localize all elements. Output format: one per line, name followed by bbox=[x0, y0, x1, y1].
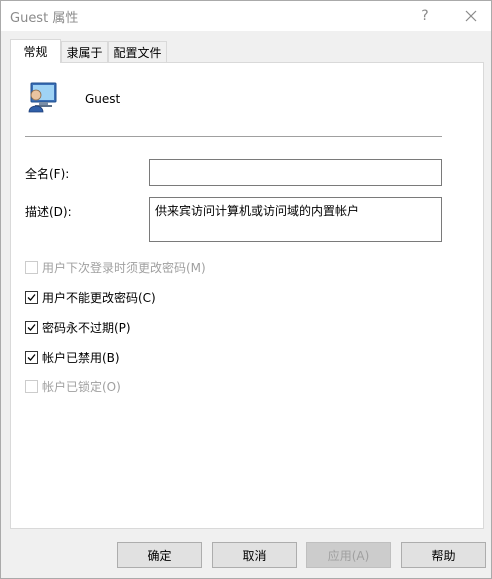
close-icon bbox=[465, 10, 477, 22]
checkbox-label: 帐户已禁用(B) bbox=[42, 350, 120, 365]
tab-profile[interactable]: 配置文件 bbox=[108, 41, 167, 63]
tab-label: 隶属于 bbox=[66, 46, 103, 60]
close-button[interactable] bbox=[448, 1, 492, 31]
account-disabled-checkbox[interactable]: 帐户已禁用(B) bbox=[25, 349, 120, 365]
window-title: Guest 属性 bbox=[10, 11, 79, 26]
checkbox-box bbox=[25, 379, 38, 393]
ok-button[interactable]: 确定 bbox=[117, 542, 202, 568]
password-never-expires-checkbox[interactable]: 密码永不过期(P) bbox=[25, 319, 131, 335]
checkbox-box bbox=[25, 350, 38, 364]
fullname-input[interactable] bbox=[149, 159, 442, 186]
description-input[interactable]: 供来宾访问计算机或访问域的内置帐户 bbox=[149, 197, 442, 242]
checkbox-box bbox=[25, 320, 38, 334]
help-glyph: ? bbox=[421, 8, 429, 24]
tab-general[interactable]: 常规 bbox=[10, 39, 61, 63]
tab-member-of[interactable]: 隶属于 bbox=[61, 41, 108, 63]
checkbox-label: 帐户已锁定(O) bbox=[42, 379, 121, 394]
user-icon bbox=[28, 82, 57, 113]
checkbox-label: 用户下次登录时须更改密码(M) bbox=[42, 260, 206, 275]
description-label: 描述(D): bbox=[25, 205, 72, 219]
checkbox-box bbox=[25, 290, 38, 304]
tab-label: 配置文件 bbox=[113, 46, 162, 60]
apply-button[interactable]: 应用(A) bbox=[306, 542, 391, 568]
fullname-label: 全名(F): bbox=[25, 167, 70, 181]
checkmark-icon bbox=[27, 323, 36, 331]
checkmark-icon bbox=[27, 353, 36, 361]
properties-dialog: Guest 属性 ? 常规 隶属于 配置文件 Guest 全名(F): 描述(D… bbox=[0, 0, 492, 579]
username: Guest bbox=[85, 92, 121, 106]
account-locked-checkbox[interactable]: 帐户已锁定(O) bbox=[25, 378, 121, 394]
separator bbox=[25, 136, 442, 137]
tab-label: 常规 bbox=[23, 45, 48, 59]
cancel-button[interactable]: 取消 bbox=[212, 542, 297, 568]
checkbox-label: 密码永不过期(P) bbox=[42, 320, 131, 335]
must-change-password-checkbox[interactable]: 用户下次登录时须更改密码(M) bbox=[25, 259, 206, 275]
title-bar[interactable]: Guest 属性 ? bbox=[1, 1, 491, 31]
checkbox-box bbox=[25, 260, 38, 274]
help-button[interactable]: 帮助 bbox=[401, 542, 486, 568]
cannot-change-password-checkbox[interactable]: 用户不能更改密码(C) bbox=[25, 289, 156, 305]
checkbox-label: 用户不能更改密码(C) bbox=[42, 290, 156, 305]
checkmark-icon bbox=[27, 293, 36, 301]
help-title-button[interactable]: ? bbox=[402, 1, 448, 31]
